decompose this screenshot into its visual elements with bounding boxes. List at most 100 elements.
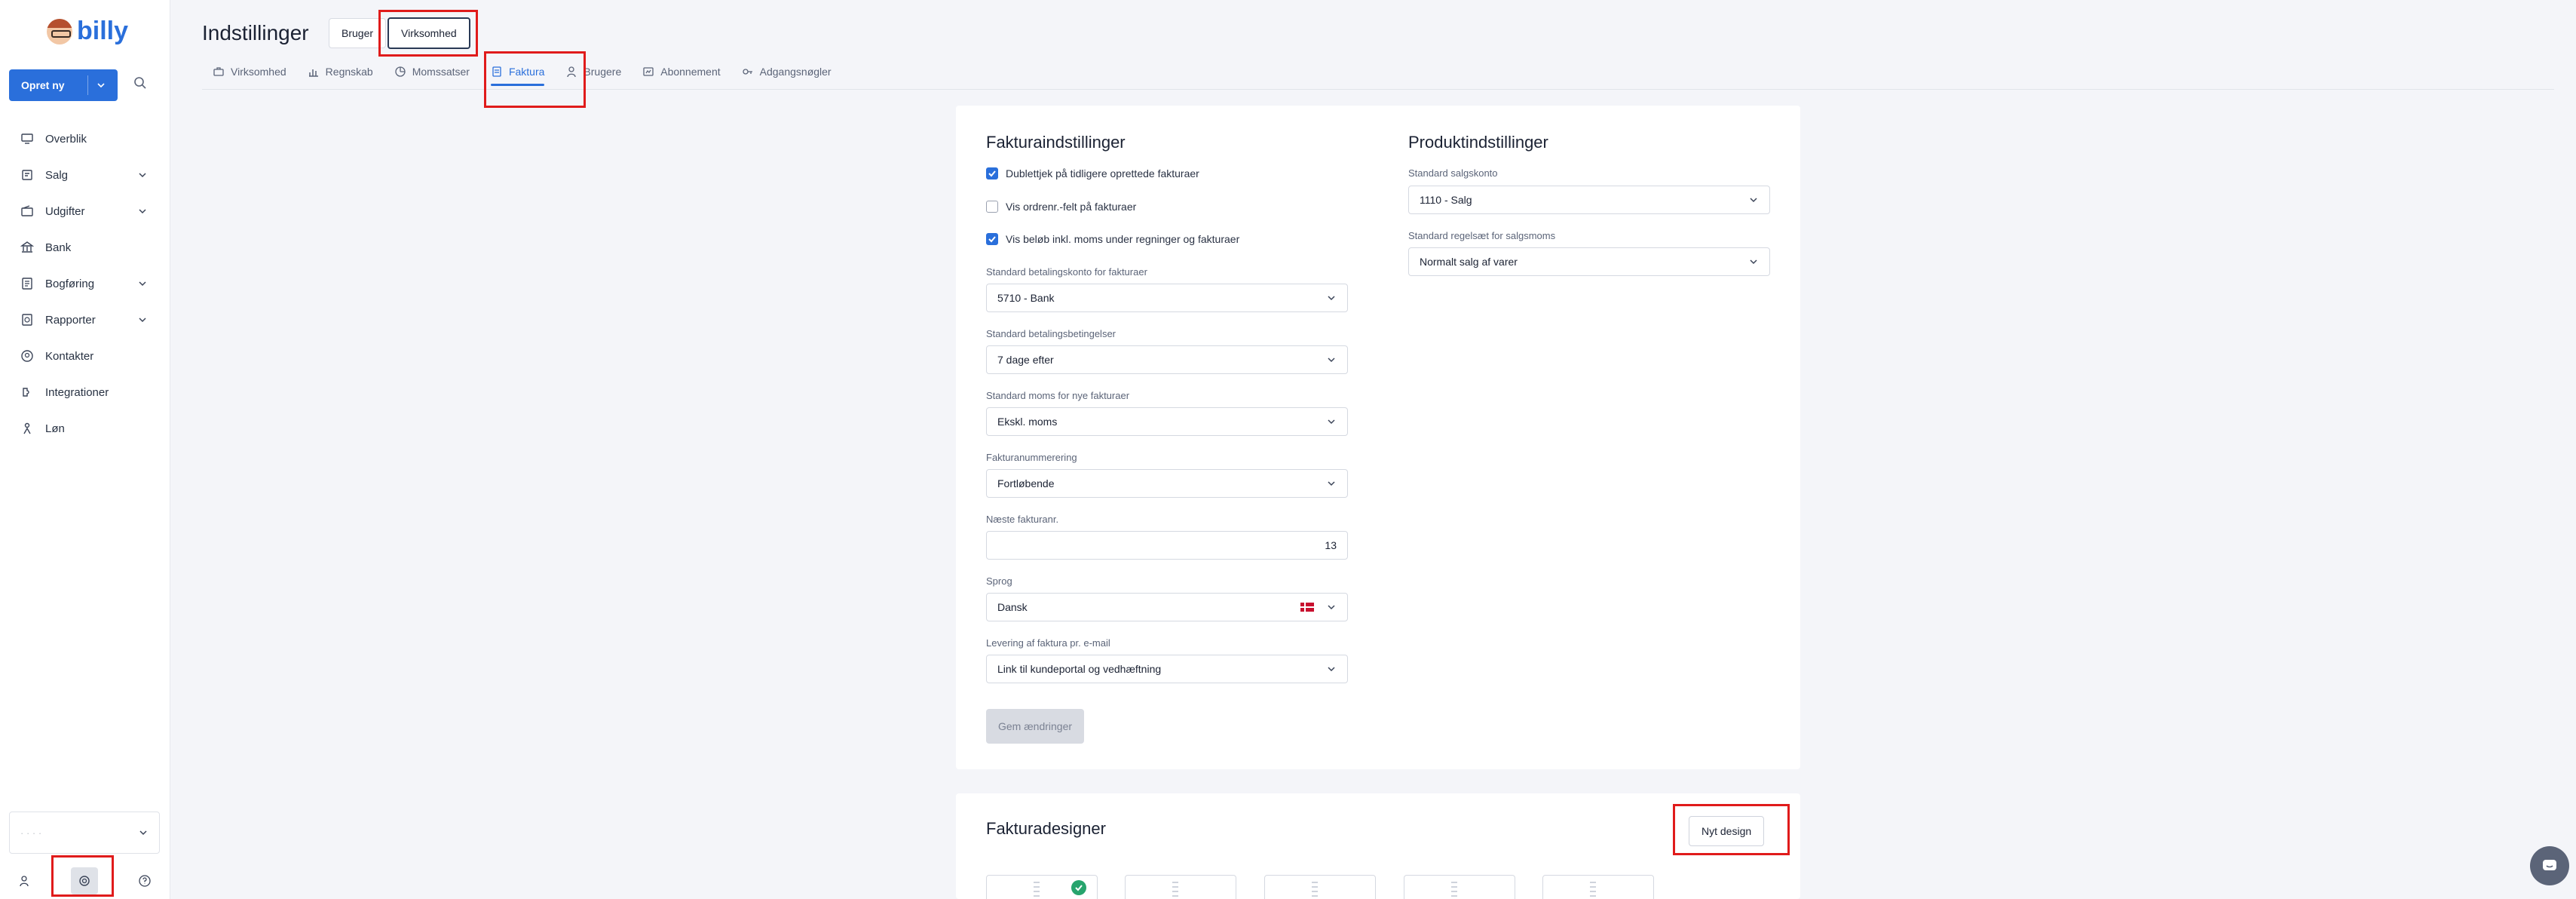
search-icon[interactable] [133,75,151,94]
chevron-down-icon [1328,296,1335,301]
sidebar-item-overblik[interactable]: Overblik [0,121,170,157]
tab-adgangsnogler[interactable]: Adgangsnøgler [731,59,842,84]
vat-rule-select[interactable]: Normalt salg af varer [1408,247,1770,276]
numbering-select[interactable]: Fortløbende [986,469,1348,498]
organization-select[interactable]: · · · · [9,812,160,854]
next-number-input[interactable]: 13 [986,531,1348,560]
checkbox-label: Vis ordrenr.-felt på fakturaer [1006,201,1137,213]
sidebar-item-label: Udgifter [45,204,85,218]
delivery-select[interactable]: Link til kundeportal og vedhæftning [986,655,1348,683]
sidebar-item-lon[interactable]: Løn [0,410,170,446]
vat-rule-label: Standard regelsæt for salgsmoms [1408,230,1556,241]
thumbnail-preview [1172,882,1178,897]
sidebar-item-label: Bank [45,241,72,254]
thumbnail-preview [1590,882,1596,897]
chevron-down-icon [1328,357,1335,363]
select-value: Normalt salg af varer [1420,256,1518,268]
user-profile-icon[interactable] [15,872,33,890]
chevron-down-icon [97,83,105,88]
tab-label: Virksomhed [231,66,286,78]
sidebar-item-udgifter[interactable]: Udgifter [0,193,170,229]
sidebar-item-salg[interactable]: Salg [0,157,170,193]
sidebar-nav: Overblik Salg Udgifter Bank Bogføring Ra… [0,121,170,446]
sidebar-item-label: Overblik [45,132,87,146]
checkbox-show-order-number[interactable]: Vis ordrenr.-felt på fakturaer [986,201,1136,213]
sidebar-item-label: Kontakter [45,349,94,363]
settings-gear-icon[interactable] [71,867,98,894]
design-thumbnail[interactable] [1542,875,1654,899]
tab-brugere[interactable]: Brugere [555,59,632,84]
design-thumbnail[interactable] [1264,875,1376,899]
save-changes-label: Gem ændringer [998,720,1073,732]
checkbox-checked[interactable] [986,167,998,179]
chevron-down-icon [1328,419,1335,425]
tab-virksomhed[interactable]: Virksomhed [202,59,297,84]
sidebar-item-rapporter[interactable]: Rapporter [0,302,170,338]
bar-chart-icon [308,69,318,77]
help-icon[interactable] [136,872,154,890]
sidebar-item-bogforing[interactable]: Bogføring [0,265,170,302]
payment-account-select[interactable]: 5710 - Bank [986,284,1348,312]
sidebar-item-label: Salg [45,168,69,182]
chevron-down-icon[interactable] [137,170,148,180]
tab-momssatser[interactable]: Momssatser [384,59,480,84]
receipt-icon [20,167,35,183]
chevron-down-icon [1750,259,1757,265]
design-thumbnail[interactable] [1125,875,1236,899]
language-label: Sprog [986,575,1012,587]
report-icon [20,312,35,327]
chevron-down-icon[interactable] [137,314,148,325]
checkbox-show-amount-incl-vat[interactable]: Vis beløb inkl. moms under regninger og … [986,233,1239,245]
checkbox-duplicate-check[interactable]: Dublettjek på tidligere oprettede faktur… [986,167,1199,179]
new-design-button[interactable]: Nyt design [1689,816,1765,846]
tab-label: Momssatser [412,66,470,78]
tab-label: Faktura [508,66,545,78]
chevron-down-icon [1328,667,1335,672]
sidebar-item-label: Bogføring [45,277,95,290]
danish-flag-icon [1300,603,1314,612]
sidebar-footer [0,867,170,894]
puzzle-icon [20,385,35,400]
brand-name: billy [77,17,129,45]
chevron-down-icon[interactable] [137,278,148,289]
design-thumbnail[interactable] [1404,875,1515,899]
invoice-designs-title: Fakturadesigner [986,819,1106,838]
chevron-down-icon[interactable] [137,206,148,216]
chevron-down-icon [1328,481,1335,486]
delivery-label: Levering af faktura pr. e-mail [986,637,1110,649]
tab-abonnement[interactable]: Abonnement [632,59,731,84]
tab-label: Regnskab [325,66,373,78]
tabs-divider [202,89,2554,90]
invoice-settings-title: Fakturaindstillinger [986,133,1126,152]
sidebar: billy Opret ny Overblik Salg Udgifter Ba… [0,0,170,899]
segment-company-label: Virksomhed [401,27,457,39]
checkbox-checked[interactable] [986,233,998,245]
sidebar-item-kontakter[interactable]: Kontakter [0,338,170,374]
tab-faktura[interactable]: Faktura [480,59,555,86]
page-title: Indstillinger [202,21,309,44]
segment-user-label: Bruger [342,27,374,39]
tab-label: Adgangsnøgler [759,66,832,78]
input-value: 13 [1325,539,1337,551]
payment-terms-select[interactable]: 7 dage efter [986,345,1348,374]
sidebar-item-bank[interactable]: Bank [0,229,170,265]
select-value: 1110 - Salg [1420,194,1472,206]
brand-logo[interactable]: billy [47,17,128,46]
create-new-button[interactable]: Opret ny [9,69,118,101]
sidebar-item-integrationer[interactable]: Integrationer [0,374,170,410]
design-thumbnail[interactable] [986,875,1098,899]
vat-default-select[interactable]: Ekskl. moms [986,407,1348,436]
segment-company-button[interactable]: Virksomhed [387,17,470,49]
pie-icon [395,66,406,77]
invoice-icon [492,66,501,77]
language-select[interactable]: Dansk [986,593,1348,621]
segment-user-button[interactable]: Bruger [329,18,387,48]
chat-support-icon[interactable] [2530,846,2569,885]
sales-account-select[interactable]: 1110 - Salg [1408,186,1770,214]
checkbox-unchecked[interactable] [986,201,998,213]
contacts-icon [20,348,35,364]
key-icon [742,69,752,75]
subscription-icon [643,67,654,76]
save-changes-button[interactable]: Gem ændringer [986,709,1085,744]
tab-regnskab[interactable]: Regnskab [297,59,384,84]
